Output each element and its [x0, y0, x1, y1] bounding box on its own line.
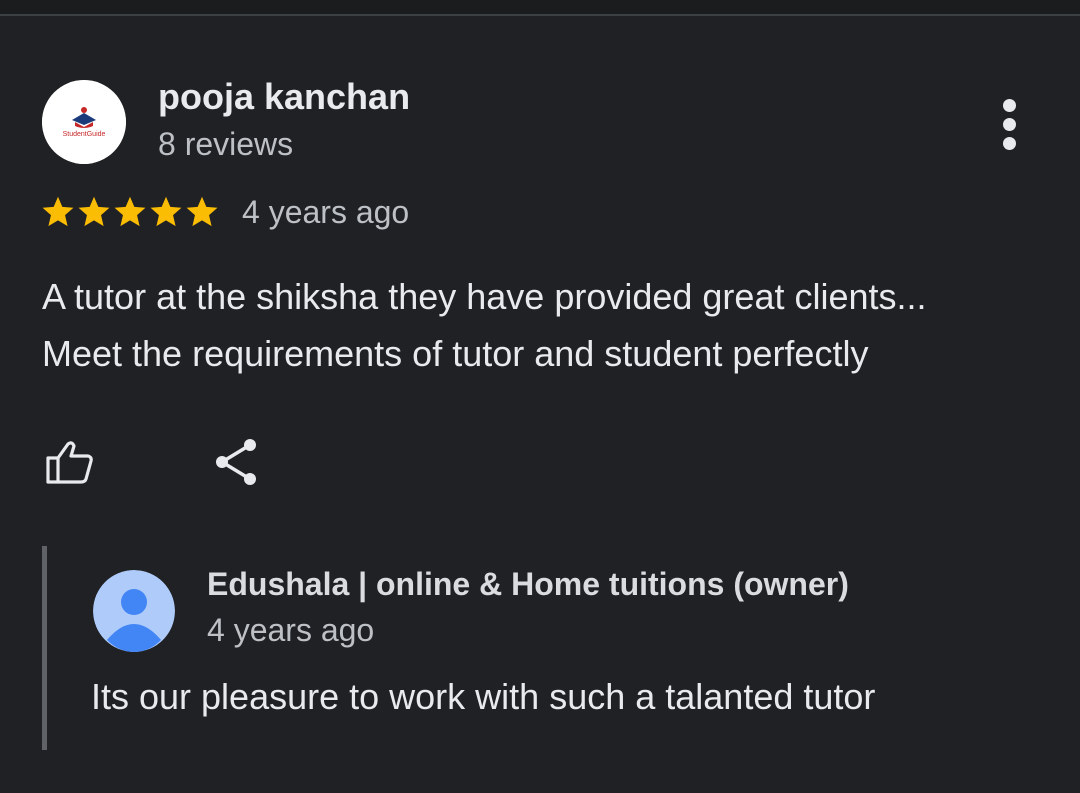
- like-button[interactable]: [44, 438, 96, 486]
- person-icon: [93, 570, 175, 652]
- share-button[interactable]: [212, 436, 262, 488]
- review-time: 4 years ago: [242, 194, 410, 230]
- owner-name: Edushala | online & Home tuitions (owner…: [207, 566, 849, 602]
- reviewer-review-count[interactable]: 8 reviews: [158, 126, 293, 163]
- star-icon: [114, 196, 146, 227]
- more-vert-icon-dot: [1003, 137, 1016, 150]
- review-text-line: A tutor at the shiksha they have provide…: [42, 276, 927, 317]
- star-rating: [40, 194, 220, 232]
- reviewer-name[interactable]: pooja kanchan: [158, 76, 410, 118]
- more-options-button[interactable]: [990, 96, 1030, 152]
- review-text: A tutor at the shiksha they have provide…: [42, 268, 1062, 382]
- star-icon: [186, 196, 218, 227]
- review-text-line: Meet the requirements of tutor and stude…: [42, 333, 869, 374]
- share-icon: [216, 439, 256, 485]
- owner-reply: Edushala | online & Home tuitions (owner…: [42, 546, 1047, 750]
- top-divider: [0, 0, 1080, 16]
- more-vert-icon-dot: [1003, 118, 1016, 131]
- thumbs-up-icon: [46, 441, 93, 484]
- star-icon: [42, 196, 74, 227]
- logo-text: StudentGuide: [63, 131, 106, 138]
- studentguide-logo: StudentGuide: [42, 80, 126, 164]
- reviewer-avatar[interactable]: StudentGuide: [42, 80, 126, 164]
- more-vert-icon: [1003, 99, 1016, 112]
- star-icon: [150, 196, 182, 227]
- owner-avatar[interactable]: [93, 570, 175, 652]
- star-icon: [78, 196, 110, 227]
- owner-reply-time: 4 years ago: [207, 612, 375, 648]
- owner-reply-text: Its our pleasure to work with such a tal…: [91, 676, 876, 717]
